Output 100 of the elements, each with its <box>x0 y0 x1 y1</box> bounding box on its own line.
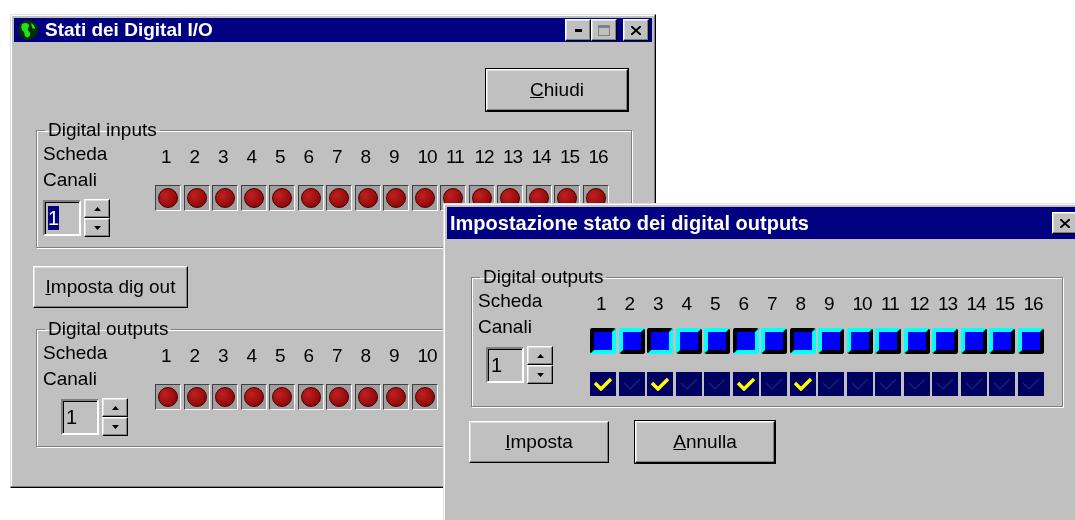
output-checkbox[interactable] <box>761 372 787 396</box>
dialog-title: Impostazione stato dei digital outputs <box>450 211 810 235</box>
output-toggle[interactable] <box>647 328 673 354</box>
group-title: Digital outputs <box>47 318 170 340</box>
down-triangle-icon <box>111 424 119 429</box>
spin-down-button[interactable] <box>527 365 553 384</box>
dialog-button[interactable]: Annulla <box>635 421 775 463</box>
down-triangle-icon <box>93 225 101 230</box>
output-checkbox[interactable] <box>932 372 958 396</box>
output-toggle[interactable] <box>590 328 616 354</box>
output-checkbox[interactable] <box>875 372 901 396</box>
output-checkbox[interactable] <box>590 372 616 396</box>
channel-number: 3 <box>218 146 229 168</box>
channel-number: 16 <box>1023 293 1044 315</box>
channel-number: 9 <box>389 345 400 367</box>
output-checkbox[interactable] <box>903 372 930 396</box>
channel-number: 8 <box>795 293 807 315</box>
channel-number: 13 <box>503 146 524 168</box>
channel-number: 1 <box>161 146 172 168</box>
spin-down-button[interactable] <box>102 417 128 436</box>
channel-number: 8 <box>360 146 372 168</box>
board-label: Scheda <box>43 142 109 166</box>
group-title: Digital inputs <box>47 119 158 141</box>
channel-number: 2 <box>624 293 636 315</box>
channel-number: 15 <box>560 146 581 168</box>
close-button[interactable] <box>623 19 649 41</box>
channel-number: 11 <box>881 293 900 315</box>
channel-number: 16 <box>588 146 609 168</box>
output-toggle[interactable] <box>732 328 759 354</box>
output-checkbox[interactable] <box>704 372 730 396</box>
channel-number: 5 <box>710 293 721 315</box>
checkmark-icon <box>650 377 670 391</box>
checkmark-icon <box>992 377 1012 391</box>
channel-number: 7 <box>332 345 343 367</box>
output-checkbox[interactable] <box>846 372 873 396</box>
channel-number: 14 <box>531 146 552 168</box>
checkmark-icon <box>1020 377 1041 391</box>
close-button[interactable] <box>1052 212 1075 234</box>
channel-number: 7 <box>767 293 778 315</box>
checkmark-icon <box>735 377 756 391</box>
channel-number: 12 <box>474 146 495 168</box>
globe-icon <box>17 19 39 41</box>
channel-number: 3 <box>653 293 664 315</box>
minimize-button[interactable] <box>565 19 591 41</box>
channel-number: 9 <box>824 293 835 315</box>
channel-number: 4 <box>246 345 258 367</box>
output-checkbox[interactable] <box>789 372 816 396</box>
channel-number: 2 <box>189 345 201 367</box>
set-outputs-button[interactable]: Imposta dig out <box>33 266 188 308</box>
output-toggle[interactable] <box>789 328 816 354</box>
checkmark-icon <box>963 377 984 391</box>
board-label: Scheda <box>43 341 109 365</box>
channel-number: 5 <box>275 345 286 367</box>
checkmark-icon <box>935 377 955 391</box>
channel-number-field[interactable]: 1 <box>61 399 99 435</box>
channel-number: 6 <box>738 293 750 315</box>
checkmark-icon <box>849 377 870 391</box>
channel-number: 11 <box>446 146 465 168</box>
channel-number: 14 <box>966 293 987 315</box>
maximize-button[interactable] <box>591 19 617 41</box>
checkmark-icon <box>906 377 927 391</box>
spin-up-button[interactable] <box>527 346 553 365</box>
checkmark-icon <box>678 377 699 391</box>
board-label: Scheda <box>478 289 544 313</box>
channel-number-field[interactable]: 1 <box>43 200 81 236</box>
spin-up-button[interactable] <box>102 398 128 417</box>
channel-number: 2 <box>189 146 201 168</box>
output-checkbox[interactable] <box>618 372 645 396</box>
output-checkbox[interactable] <box>989 372 1015 396</box>
up-triangle-icon <box>536 353 544 358</box>
checkmark-icon <box>764 377 784 391</box>
checkmark-icon <box>707 377 727 391</box>
checkmark-icon <box>621 377 642 391</box>
output-checkbox[interactable] <box>647 372 673 396</box>
maximize-icon <box>598 24 610 36</box>
channel-number: 10 <box>417 345 438 367</box>
channel-number: 9 <box>389 146 400 168</box>
channel-number: 10 <box>417 146 438 168</box>
output-checkbox[interactable] <box>675 372 702 396</box>
spin-up-button[interactable] <box>84 199 110 218</box>
up-triangle-icon <box>111 405 119 410</box>
spin-down-button[interactable] <box>84 218 110 237</box>
channel-number-field[interactable]: 1 <box>486 347 524 383</box>
output-checkbox[interactable] <box>818 372 844 396</box>
channel-number: 8 <box>360 345 372 367</box>
output-checkbox[interactable] <box>1017 372 1044 396</box>
output-checkbox[interactable] <box>960 372 987 396</box>
close-icon <box>1060 218 1070 228</box>
channel-number: 5 <box>275 146 286 168</box>
close-dialog-button[interactable]: Chiudi <box>486 69 628 111</box>
group-title: Digital outputs <box>482 266 605 288</box>
minimize-icon <box>574 28 582 32</box>
channel-number: 3 <box>218 345 229 367</box>
down-triangle-icon <box>536 372 544 377</box>
up-triangle-icon <box>93 206 101 211</box>
channel-number: 10 <box>852 293 873 315</box>
dialog-button[interactable]: Imposta <box>469 421 609 463</box>
channel-number: 1 <box>161 345 172 367</box>
window-title: Stati dei Digital I/O <box>45 19 214 41</box>
output-checkbox[interactable] <box>732 372 759 396</box>
